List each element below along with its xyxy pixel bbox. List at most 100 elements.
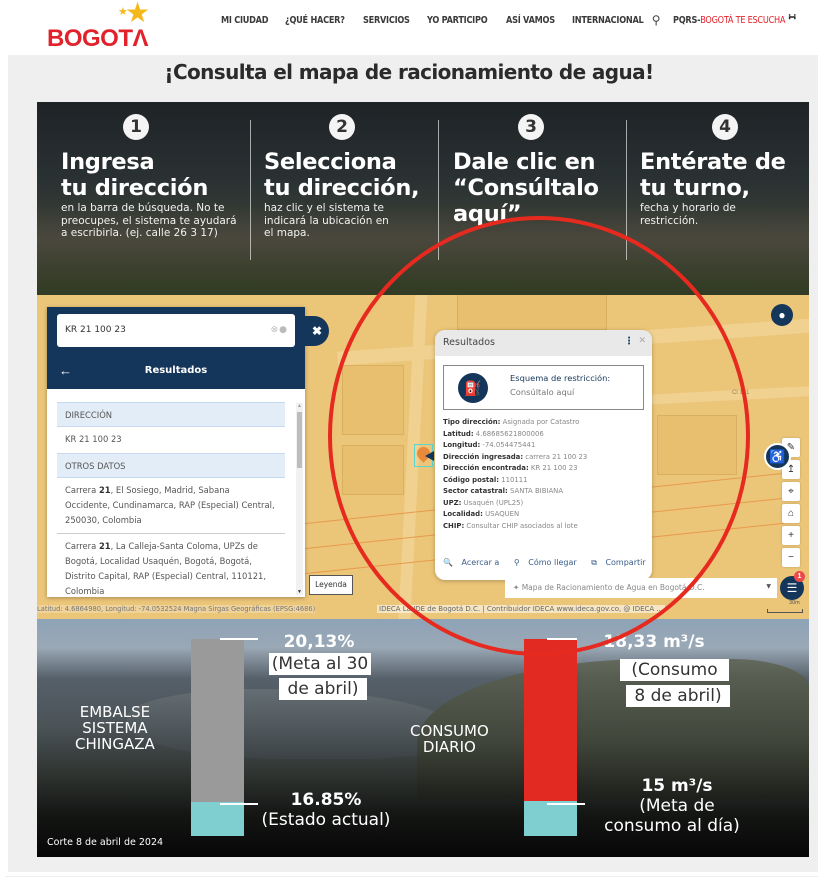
- directions-action[interactable]: ⚲ Cómo llegar: [514, 558, 583, 567]
- restriction-scheme-link[interactable]: ⛽ Esquema de restricción: Consúltalo aqu…: [443, 365, 644, 410]
- popup-actions: 🔍 Acercar a ⚲ Cómo llegar ⧉ Compartir: [443, 558, 652, 568]
- layers-icon: ☰: [786, 581, 798, 595]
- field-value[interactable]: Consultar CHIP asociados al lote: [466, 522, 577, 530]
- direccion-header: DIRECCIÓN: [57, 402, 285, 427]
- nav-internacional[interactable]: INTERNACIONAL: [572, 15, 644, 26]
- address-result[interactable]: Carrera 21, La Calleja-Santa Coloma, UPZ…: [57, 534, 285, 597]
- water-status-infographic: EMBALSE SISTEMA CHINGAZA 20,13% (Meta al…: [37, 619, 809, 857]
- map-road: [636, 384, 809, 406]
- legend-button[interactable]: Leyenda: [309, 575, 353, 595]
- rss-icon[interactable]: ∺: [788, 12, 796, 23]
- water-tap-icon: ⛽: [458, 373, 488, 403]
- field-value: Usaquén (UPL25): [463, 498, 524, 507]
- consumption-target-note: (Meta de: [639, 796, 715, 816]
- step-4: 4 Entérate de tu turno, fecha y horario …: [640, 114, 786, 227]
- layer-select[interactable]: ✦ Mapa de Racionamiento de Agua en Bogot…: [505, 578, 777, 598]
- reservoir-target-bar: [191, 639, 244, 816]
- direccion-value[interactable]: KR 21 100 23: [57, 427, 285, 453]
- pqrs-suffix: BOGOTÁ TE ESCUCHA: [699, 14, 785, 26]
- water-rationing-map[interactable]: Cl 101 KR 21 100 23 ⊗● ← Resultados DIRE…: [37, 295, 809, 619]
- consumption-target-tick: [547, 803, 585, 805]
- small-star-icon: ★: [118, 6, 128, 18]
- bogota-logo[interactable]: ★ ★ BOGOTΛ: [45, 0, 160, 52]
- street-label: Cl 101: [732, 390, 750, 396]
- user-account-icon[interactable]: ●: [771, 304, 793, 326]
- otros-datos-header: OTROS DATOS: [57, 453, 285, 478]
- close-panel-button[interactable]: ✖: [305, 316, 329, 346]
- field-value: SANTA BIBIANA: [510, 487, 564, 495]
- locate-icon[interactable]: ⌖: [782, 482, 800, 501]
- close-popup-icon[interactable]: ✕: [638, 336, 646, 346]
- target-tick: [220, 638, 258, 640]
- star-icon: ★: [125, 0, 151, 28]
- map-block: [342, 365, 404, 435]
- scroll-down-icon[interactable]: ▼: [297, 589, 302, 595]
- scrollbar-thumb[interactable]: [297, 412, 302, 468]
- field-value: -74.054475441: [482, 441, 536, 449]
- scale-bar: [767, 609, 803, 613]
- accessibility-icon[interactable]: ♿: [764, 443, 791, 470]
- step-number: 4: [712, 114, 738, 140]
- results-popup: Resultados ⋮ ✕ ⛽ Esquema de restricción:…: [435, 330, 652, 580]
- popup-title: Resultados: [443, 337, 495, 348]
- step-divider: [438, 120, 439, 260]
- nav-servicios[interactable]: SERVICIOS: [363, 15, 410, 26]
- pqrs-prefix: PQRS-: [672, 14, 700, 26]
- nav-asi-vamos[interactable]: ASÍ VAMOS: [506, 15, 555, 26]
- share-icon: ⧉: [591, 558, 597, 567]
- scroll-up-icon[interactable]: ▲: [297, 403, 302, 409]
- field-label: Código postal:: [443, 475, 499, 484]
- nav-yo-participo[interactable]: YO PARTICIPO: [427, 15, 488, 26]
- zoom-to-action[interactable]: 🔍 Acercar a: [443, 558, 505, 567]
- consumption-target-fill: [524, 801, 577, 836]
- results-scrollbar[interactable]: ▲ ▼: [296, 403, 303, 595]
- step-number: 1: [123, 114, 149, 140]
- field-label: Tipo dirección:: [443, 418, 501, 426]
- current-tick: [220, 803, 258, 805]
- field-label: Longitud:: [443, 441, 481, 449]
- consumption-value: 18,33 m³/s: [603, 632, 705, 652]
- route-icon: ⚲: [513, 558, 520, 567]
- address-match: 21: [98, 485, 111, 495]
- field-chip[interactable]: CHIP: Consultar CHIP asociados al lote: [443, 521, 644, 533]
- zoom-in-button[interactable]: +: [782, 526, 800, 545]
- clear-search-icon[interactable]: ⊗●: [271, 325, 288, 335]
- field-label: CHIP:: [443, 521, 465, 530]
- map-block: [342, 445, 404, 495]
- address-search-input[interactable]: KR 21 100 23 ⊗●: [57, 314, 295, 347]
- field-value: 4.68685621800006: [475, 429, 544, 438]
- consultalo-aqui-link[interactable]: Consúltalo aquí: [510, 387, 574, 397]
- field-tipo-direccion: Tipo dirección: Asignada por Catastro: [443, 417, 644, 429]
- step-divider: [250, 120, 251, 260]
- reservoir-target-note: de abril): [279, 678, 367, 700]
- steps-banner: 1 Ingresa tu dirección en la barra de bú…: [37, 102, 809, 295]
- map-attribution: IDECA La IDE de Bogotá D.C. | Contribuid…: [377, 605, 666, 613]
- consumption-tick: [547, 638, 577, 640]
- more-options-icon[interactable]: ⋮: [624, 336, 634, 347]
- layer-icon: ✦: [513, 583, 520, 592]
- step-description: en la barra de búsqueda. No te preocupes…: [61, 202, 237, 239]
- search-value: KR 21 100 23: [65, 325, 126, 335]
- field-value: carrera 21 100 23: [525, 452, 588, 461]
- step-title: Dale clic en “Consúltalo aquí”: [453, 149, 599, 227]
- search-icon[interactable]: ⚲: [652, 13, 661, 27]
- zoom-out-button[interactable]: −: [782, 548, 800, 567]
- layers-count-badge: 1: [794, 571, 805, 582]
- reservoir-current-value: 16.85%: [290, 790, 362, 810]
- nav-que-hacer[interactable]: ¿QUÉ HACER?: [285, 15, 345, 26]
- address-result[interactable]: Carrera 21, El Sosiego, Madrid, Sabana O…: [57, 478, 285, 534]
- step-divider: [626, 120, 627, 260]
- cutoff-date: Corte 8 de abril de 2024: [47, 837, 164, 848]
- coordinates-readout: Latitud: 4.6864980, Longitud: -74.053252…: [37, 605, 316, 613]
- share-action[interactable]: ⧉ Compartir: [591, 558, 651, 567]
- popup-pointer: [425, 451, 434, 461]
- nav-mi-ciudad[interactable]: MI CIUDAD: [221, 15, 269, 26]
- results-title: Resultados: [144, 365, 208, 376]
- step-description: fecha y horario de restricción.: [640, 202, 736, 227]
- reservoir-target-value: 20,13%: [283, 632, 355, 652]
- step-1: 1 Ingresa tu dirección en la barra de bú…: [61, 114, 237, 240]
- home-icon[interactable]: ⌂: [782, 504, 800, 523]
- nav-pqrs-link[interactable]: PQRS-BOGOTÁ TE ESCUCHA: [672, 14, 786, 26]
- field-label: Dirección ingresada:: [443, 452, 524, 461]
- map-block: [457, 295, 607, 330]
